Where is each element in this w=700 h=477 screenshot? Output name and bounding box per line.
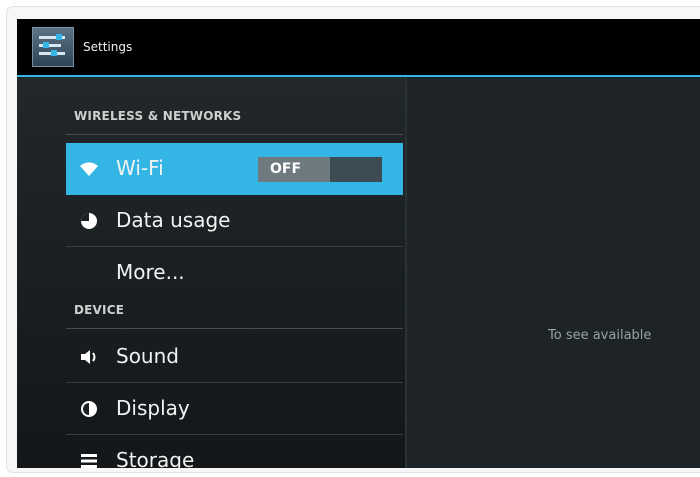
settings-screen: Settings WIRELESS & NETWORKS Wi-Fi OFF D…: [17, 19, 700, 468]
wifi-toggle-state: OFF: [258, 157, 330, 182]
section-header-label: DEVICE: [74, 303, 125, 317]
settings-icon[interactable]: [32, 27, 74, 67]
section-header-label: WIRELESS & NETWORKS: [74, 109, 242, 123]
storage-icon: [81, 454, 97, 468]
display-icon: [81, 401, 97, 417]
menu-item-label: Display: [116, 396, 190, 420]
menu-item-display[interactable]: Display: [66, 383, 403, 435]
menu-item-label: Storage: [116, 448, 195, 468]
menu-item-wifi[interactable]: Wi-Fi OFF: [66, 143, 403, 195]
menu-item-label: More...: [116, 260, 185, 284]
detail-hint-text: To see available: [548, 328, 652, 343]
menu-item-sound[interactable]: Sound: [66, 331, 403, 383]
menu-item-label: Data usage: [116, 208, 231, 232]
detail-pane: [405, 77, 700, 468]
data-usage-icon: [81, 213, 97, 229]
wifi-icon: [80, 162, 98, 176]
app-title: Settings: [83, 40, 133, 54]
menu-item-data-usage[interactable]: Data usage: [66, 195, 403, 247]
section-header-wireless: WIRELESS & NETWORKS: [66, 109, 403, 135]
section-header-device: DEVICE: [66, 303, 403, 329]
menu-item-storage[interactable]: Storage: [66, 435, 403, 468]
menu-item-label: Wi-Fi: [116, 156, 164, 180]
speaker-icon: [81, 350, 96, 364]
settings-menu: WIRELESS & NETWORKS Wi-Fi OFF Data usage…: [17, 77, 405, 468]
menu-item-more[interactable]: More...: [66, 247, 403, 299]
wifi-toggle[interactable]: OFF: [258, 157, 382, 182]
menu-item-label: Sound: [116, 344, 179, 368]
action-bar: Settings: [17, 19, 700, 75]
